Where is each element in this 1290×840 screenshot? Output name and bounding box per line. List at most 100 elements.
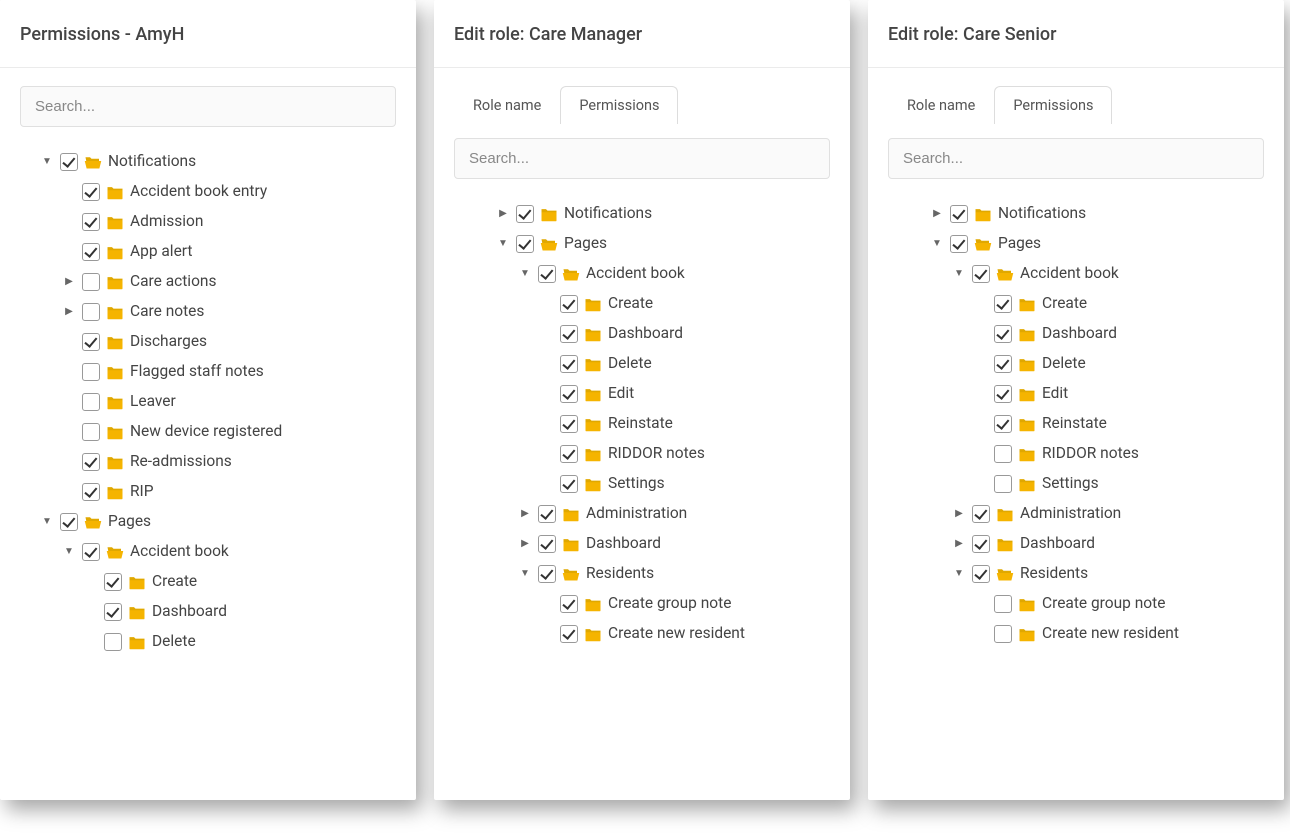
permission-checkbox[interactable] <box>538 565 556 583</box>
permission-checkbox[interactable] <box>104 633 122 651</box>
permission-checkbox[interactable] <box>994 595 1012 613</box>
tree-node[interactable]: ▶ Dashboard <box>878 529 1274 559</box>
tree-node[interactable]: ▼ Pages <box>878 229 1274 259</box>
tree-node[interactable]: ▶ Discharges <box>10 327 406 357</box>
tree-node[interactable]: ▶ Dashboard <box>444 529 840 559</box>
permission-checkbox[interactable] <box>560 385 578 403</box>
permission-checkbox[interactable] <box>950 235 968 253</box>
tree-node[interactable]: ▶ Flagged staff notes <box>10 357 406 387</box>
tree-node[interactable]: ▶ Leaver <box>10 387 406 417</box>
tree-node[interactable]: ▼ Accident book <box>10 537 406 567</box>
permission-checkbox[interactable] <box>82 243 100 261</box>
tree-node[interactable]: ▶ Accident book entry <box>10 177 406 207</box>
tree-node[interactable]: ▶ Edit <box>878 379 1274 409</box>
tree-node[interactable]: ▶ Create <box>10 567 406 597</box>
tree-node[interactable]: ▶ Notifications <box>878 199 1274 229</box>
caret-down-icon[interactable]: ▼ <box>496 237 510 251</box>
permission-checkbox[interactable] <box>538 505 556 523</box>
permission-checkbox[interactable] <box>538 535 556 553</box>
caret-right-icon[interactable]: ▶ <box>62 275 76 289</box>
tree-node[interactable]: ▶ Delete <box>10 627 406 657</box>
tab-role-name[interactable]: Role name <box>454 86 560 124</box>
tree-node[interactable]: ▶ Create <box>444 289 840 319</box>
caret-right-icon[interactable]: ▶ <box>496 207 510 221</box>
permission-checkbox[interactable] <box>560 415 578 433</box>
tree-node[interactable]: ▶ Create new resident <box>444 619 840 649</box>
tree-node[interactable]: ▶ Dashboard <box>878 319 1274 349</box>
caret-down-icon[interactable]: ▼ <box>952 267 966 281</box>
permission-checkbox[interactable] <box>994 475 1012 493</box>
caret-down-icon[interactable]: ▼ <box>952 567 966 581</box>
caret-down-icon[interactable]: ▼ <box>62 545 76 559</box>
permission-checkbox[interactable] <box>972 265 990 283</box>
tree-node[interactable]: ▶ Create <box>878 289 1274 319</box>
permission-checkbox[interactable] <box>104 573 122 591</box>
tree-node[interactable]: ▶ Care actions <box>10 267 406 297</box>
permission-checkbox[interactable] <box>82 363 100 381</box>
permission-checkbox[interactable] <box>994 385 1012 403</box>
permission-checkbox[interactable] <box>560 445 578 463</box>
caret-down-icon[interactable]: ▼ <box>40 515 54 529</box>
permission-checkbox[interactable] <box>994 325 1012 343</box>
tree-node[interactable]: ▶ Reinstate <box>444 409 840 439</box>
permission-checkbox[interactable] <box>104 603 122 621</box>
tree-node[interactable]: ▶ Administration <box>444 499 840 529</box>
tree-node[interactable]: ▶ Settings <box>444 469 840 499</box>
caret-right-icon[interactable]: ▶ <box>518 507 532 521</box>
tree-node[interactable]: ▼ Pages <box>10 507 406 537</box>
caret-right-icon[interactable]: ▶ <box>952 507 966 521</box>
permission-checkbox[interactable] <box>972 535 990 553</box>
tree-node[interactable]: ▶ Dashboard <box>10 597 406 627</box>
permission-checkbox[interactable] <box>994 445 1012 463</box>
tree-node[interactable]: ▼ Accident book <box>878 259 1274 289</box>
caret-down-icon[interactable]: ▼ <box>518 267 532 281</box>
permission-checkbox[interactable] <box>950 205 968 223</box>
permission-checkbox[interactable] <box>516 235 534 253</box>
permission-checkbox[interactable] <box>60 153 78 171</box>
permission-checkbox[interactable] <box>82 483 100 501</box>
permission-checkbox[interactable] <box>82 453 100 471</box>
tree-node[interactable]: ▶ RIP <box>10 477 406 507</box>
search-input[interactable] <box>20 86 396 127</box>
tree-node[interactable]: ▶ Reinstate <box>878 409 1274 439</box>
permission-checkbox[interactable] <box>82 423 100 441</box>
tree-node[interactable]: ▼ Residents <box>444 559 840 589</box>
permission-checkbox[interactable] <box>60 513 78 531</box>
tree-node[interactable]: ▶ Create group note <box>444 589 840 619</box>
permission-checkbox[interactable] <box>560 625 578 643</box>
search-input[interactable] <box>454 138 830 179</box>
permission-checkbox[interactable] <box>972 505 990 523</box>
tree-node[interactable]: ▶ RIDDOR notes <box>444 439 840 469</box>
tree-node[interactable]: ▶ Create group note <box>878 589 1274 619</box>
search-input[interactable] <box>888 138 1264 179</box>
tree-node[interactable]: ▶ App alert <box>10 237 406 267</box>
caret-down-icon[interactable]: ▼ <box>518 567 532 581</box>
caret-right-icon[interactable]: ▶ <box>62 305 76 319</box>
tree-node[interactable]: ▼ Pages <box>444 229 840 259</box>
permission-checkbox[interactable] <box>82 303 100 321</box>
tree-node[interactable]: ▶ Care notes <box>10 297 406 327</box>
permission-checkbox[interactable] <box>82 213 100 231</box>
tree-node[interactable]: ▶ Administration <box>878 499 1274 529</box>
permission-checkbox[interactable] <box>560 355 578 373</box>
tree-node[interactable]: ▶ Settings <box>878 469 1274 499</box>
tab-permissions[interactable]: Permissions <box>560 86 678 124</box>
permission-checkbox[interactable] <box>560 295 578 313</box>
tree-node[interactable]: ▶ Edit <box>444 379 840 409</box>
permission-checkbox[interactable] <box>994 355 1012 373</box>
permission-checkbox[interactable] <box>82 273 100 291</box>
tab-permissions[interactable]: Permissions <box>994 86 1112 124</box>
permission-checkbox[interactable] <box>82 333 100 351</box>
tree-node[interactable]: ▶ Delete <box>444 349 840 379</box>
tree-node[interactable]: ▶ Admission <box>10 207 406 237</box>
caret-down-icon[interactable]: ▼ <box>930 237 944 251</box>
caret-down-icon[interactable]: ▼ <box>40 155 54 169</box>
permission-checkbox[interactable] <box>82 183 100 201</box>
permission-checkbox[interactable] <box>82 543 100 561</box>
caret-right-icon[interactable]: ▶ <box>930 207 944 221</box>
tree-node[interactable]: ▶ New device registered <box>10 417 406 447</box>
tree-node[interactable]: ▶ Re-admissions <box>10 447 406 477</box>
tree-node[interactable]: ▼ Residents <box>878 559 1274 589</box>
caret-right-icon[interactable]: ▶ <box>952 537 966 551</box>
permission-checkbox[interactable] <box>560 595 578 613</box>
